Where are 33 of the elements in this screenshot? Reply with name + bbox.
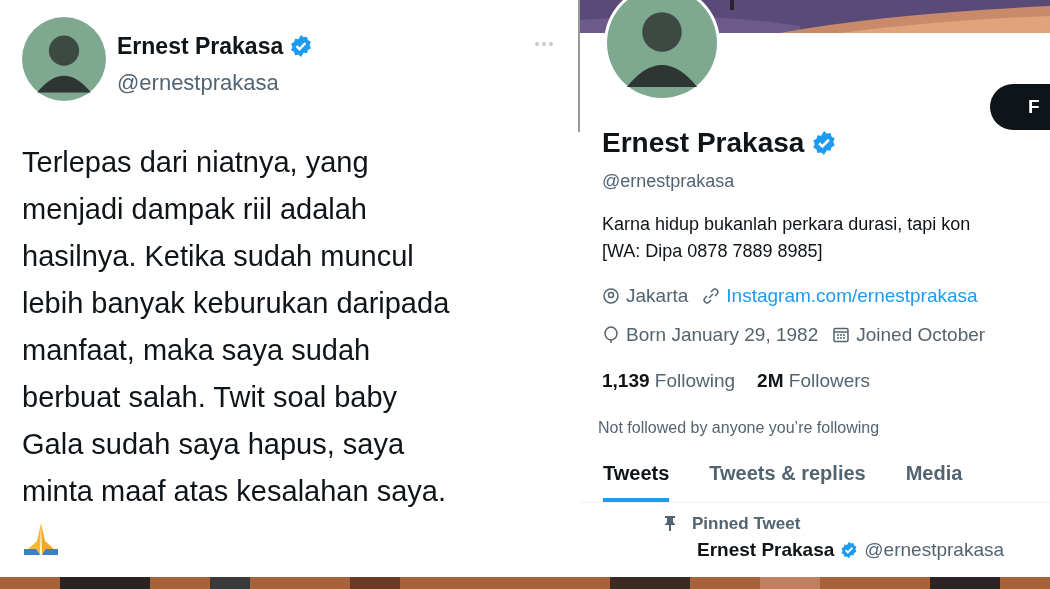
calendar-icon [832, 325, 851, 344]
link-icon [702, 287, 721, 306]
follow-button[interactable]: F [990, 84, 1050, 130]
balloon-icon [602, 325, 620, 344]
birthday-text: Born January 29, 1982 [626, 322, 819, 347]
tweet-text: menjadi dampak riil adalah [22, 192, 367, 227]
joined-text: Joined October [856, 322, 986, 347]
location-text: Jakarta [626, 284, 689, 308]
profile-tab[interactable]: Media [905, 455, 963, 502]
bio-text: Karna hidup bukanlah perkara durasi, tapi kon [602, 213, 971, 236]
tweet-text: hasilnya. Ketika sudah muncul [22, 239, 414, 274]
tweet-author-name: Ernest Prakasa [697, 538, 835, 562]
tweet-text: Terlepas dari niatnya, yang [22, 145, 369, 180]
pinned-label: Pinned Tweet [692, 512, 801, 535]
tweet-author-handle: @ernestprakasa [864, 538, 1005, 562]
pin-icon [664, 515, 676, 532]
tweet-text: minta maaf atas kesalahan saya. [22, 474, 446, 509]
tweet-text: berbuat salah. Twit soal baby [22, 380, 398, 415]
bio-text: [WA: Dipa 0878 7889 8985] [602, 240, 823, 263]
profile-tab[interactable]: Tweets & replies [709, 455, 866, 502]
tweet-text: lebih banyak keburukan daripada [22, 286, 450, 321]
profile-handle: @ernestprakasa [602, 170, 735, 193]
tweet-text: manfaat, maka saya sudah [22, 333, 371, 368]
tweet-text: Gala sudah saya hapus, saya [22, 427, 405, 462]
stat-link[interactable]: 1,139 Following [602, 367, 736, 396]
profile-tab[interactable]: Tweets [603, 455, 670, 502]
stat-link[interactable]: 2M Followers [757, 367, 871, 396]
followed-by-text: Not followed by anyone you’re following [598, 417, 880, 438]
more-icon[interactable] [534, 41, 554, 47]
profile-name: Ernest Prakasa [602, 126, 805, 160]
author-name: Ernest Prakasa [117, 32, 284, 61]
author-handle: @ernestprakasa [117, 68, 279, 97]
location-icon [602, 287, 620, 306]
